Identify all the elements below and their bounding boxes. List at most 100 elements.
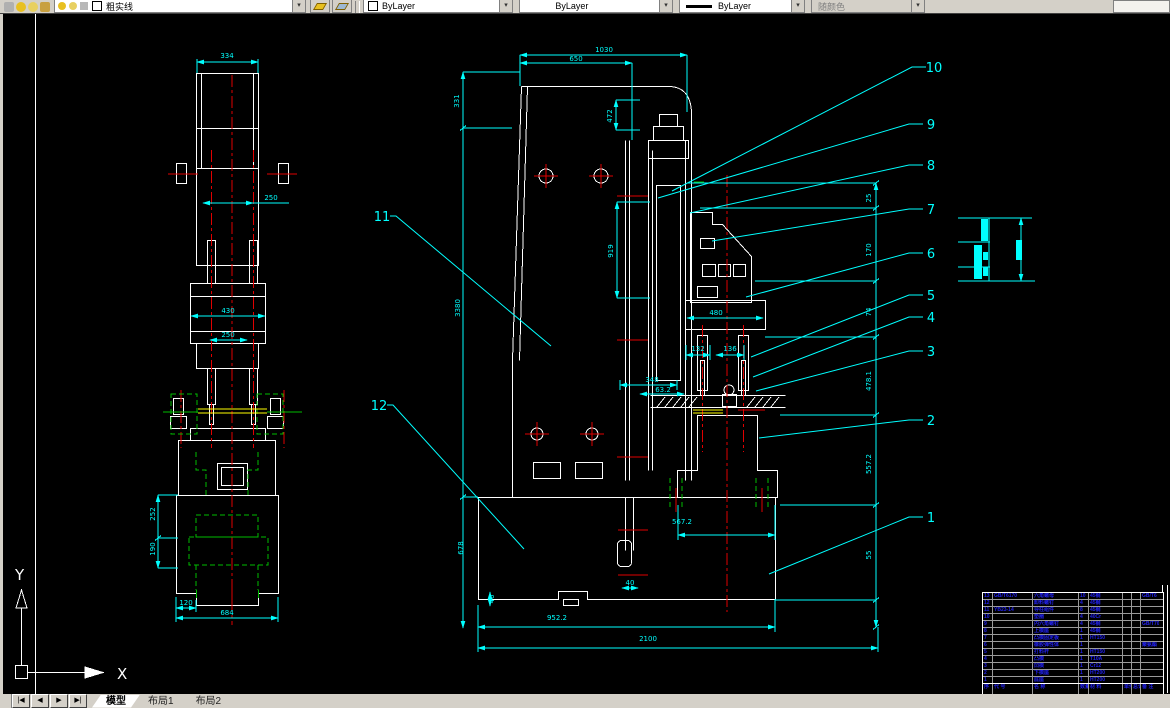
window-left-border: [0, 14, 3, 694]
dim-label: 1030: [595, 46, 613, 54]
lineweight-control-dropdown[interactable]: ByLayer ▾: [679, 0, 805, 13]
bom-cell: [1132, 628, 1141, 634]
bom-row: 4 凸模 1 T10A: [983, 656, 1163, 663]
chevron-down-icon[interactable]: ▾: [791, 0, 804, 12]
linetype-control-dropdown[interactable]: ByLayer ▾: [519, 0, 673, 13]
bom-row: 7 凸模固定板 1 HT150: [983, 635, 1163, 642]
bom-cell: [1132, 614, 1141, 620]
last-tab-button[interactable]: ▶|: [69, 694, 87, 708]
machine-outlines: [170, 73, 786, 606]
bom-cell: [1089, 642, 1123, 648]
bom-cell: 8: [1079, 607, 1089, 613]
bom-cell: [993, 642, 1033, 648]
bom-cell: [1123, 656, 1132, 662]
dim-label: 252: [149, 507, 157, 520]
bom-cell: [1141, 614, 1159, 620]
bom-cell: [1123, 607, 1132, 613]
bom-cell: 4: [983, 656, 993, 662]
prev-tab-button[interactable]: ◀: [31, 694, 49, 708]
dim-label: 472: [606, 109, 614, 122]
tab-model[interactable]: 模型: [92, 695, 140, 708]
leader-line: [752, 316, 923, 378]
dim-label: 557.2: [865, 454, 873, 474]
bom-cell: HT150: [1089, 635, 1123, 641]
bom-cell: 45钢: [1089, 600, 1123, 606]
tab-layout2[interactable]: 布局2: [182, 695, 236, 708]
bom-cell: GB/T6: [1142, 593, 1157, 599]
leader-line: [755, 350, 923, 392]
layer-control-dropdown[interactable]: 粗实线 ▾: [54, 0, 306, 13]
part-number: 5: [927, 289, 935, 304]
ucs-axis-labels: Y X: [14, 566, 127, 683]
cad-application-window: 粗实线 ▾ ByLayer ▾ ByLayer ▾ ByLayer ▾ 随颜色 …: [0, 0, 1170, 708]
bom-cell: 1: [1079, 656, 1089, 662]
chevron-down-icon[interactable]: ▾: [658, 0, 672, 12]
first-tab-button[interactable]: |◀: [12, 694, 30, 708]
bom-cell: 7: [983, 635, 993, 641]
bom-cell: [1141, 600, 1159, 606]
dim-label: 2100: [639, 635, 657, 643]
dim-label: 132: [691, 345, 704, 353]
bom-cell: 上模座: [1033, 628, 1079, 634]
bom-cell: [1141, 607, 1159, 613]
color-control-dropdown[interactable]: ByLayer ▾: [363, 0, 513, 13]
make-layer-current-button[interactable]: [310, 0, 330, 13]
bom-cell: 40Cr: [1089, 614, 1123, 620]
resize-grip[interactable]: [0, 694, 12, 708]
part-number: 11: [374, 210, 391, 225]
bom-cell: 8: [983, 628, 993, 634]
chevron-down-icon[interactable]: ▾: [499, 0, 512, 12]
dimension-text-layer: 334 250 430 250 252 190 120 684 1030 650 331 3380 67…: [149, 46, 873, 643]
dim-label: 250: [264, 194, 277, 202]
bom-cell: [993, 670, 1033, 676]
bom-cell: HT200: [1089, 670, 1123, 676]
bom-cell: 下模座: [1033, 670, 1079, 676]
bom-cell: 1: [1079, 663, 1089, 669]
bom-rows: 13 GB/T6170 六角螺母 10 45钢 GB/T6 12 卸料螺钉 4 45钢 11 YB23…: [983, 593, 1163, 683]
bom-cell: 垫圈: [1033, 614, 1079, 620]
bom-cell: [1141, 663, 1159, 669]
tab-layout1[interactable]: 布局1: [134, 695, 188, 708]
layer-previous-button[interactable]: [332, 0, 352, 13]
bom-cell: 11: [983, 607, 993, 613]
leader-line: [711, 208, 923, 242]
title-block-parts-list: 13 GB/T6170 六角螺母 10 45钢 GB/T6 12 卸料螺钉 4 45钢 11 YB23…: [982, 592, 1164, 702]
leader-line: [758, 419, 923, 439]
layer-stack-icon: [312, 2, 328, 10]
next-tab-button[interactable]: ▶: [50, 694, 68, 708]
bom-cell: 六角螺母: [1033, 593, 1079, 599]
bom-cell: [1132, 642, 1141, 648]
layers-icon[interactable]: [4, 2, 14, 12]
part-number: 2: [927, 414, 935, 429]
object-properties-toolbar: 粗实线 ▾ ByLayer ▾ ByLayer ▾ ByLayer ▾ 随颜色 …: [0, 0, 1170, 14]
leader-line: [387, 404, 525, 550]
layer-tool-icons: [4, 2, 50, 12]
bulb-icon[interactable]: [16, 2, 26, 12]
bom-row: 11 YB23-14 导柱组件 8 45钢: [983, 607, 1163, 614]
dim-label: 650: [569, 55, 582, 63]
bom-row: 3 凹模 1 Cr12: [983, 663, 1163, 670]
toolbar-fragment: [1113, 0, 1170, 13]
bom-cell: [1123, 670, 1132, 676]
centerlines: [168, 75, 765, 625]
bom-cell: 内六角螺钉: [1033, 621, 1079, 627]
dim-label: 136: [723, 345, 737, 353]
bom-cell: 导柱组件: [1033, 607, 1079, 613]
bom-cell: 6: [983, 642, 993, 648]
bom-cell: [993, 635, 1033, 641]
chevron-down-icon[interactable]: ▾: [292, 0, 305, 12]
bom-cell: [1141, 649, 1159, 655]
bom-cell: 凸模: [1033, 656, 1079, 662]
layer-thaw-icon: [69, 2, 77, 10]
lock-icon[interactable]: [40, 2, 50, 12]
plotstyle-control-dropdown: 随颜色 ▾: [811, 0, 925, 13]
part-number: 7: [927, 203, 935, 218]
leader-line: [689, 164, 923, 214]
bom-cell: [1123, 649, 1132, 655]
bom-cell: 10: [983, 614, 993, 620]
dim-label: 567.2: [672, 518, 692, 526]
dim-label: 63.2: [655, 386, 671, 394]
bom-cell: [1141, 628, 1159, 634]
sun-icon[interactable]: [28, 2, 38, 12]
bom-cell: 1: [1079, 628, 1089, 634]
